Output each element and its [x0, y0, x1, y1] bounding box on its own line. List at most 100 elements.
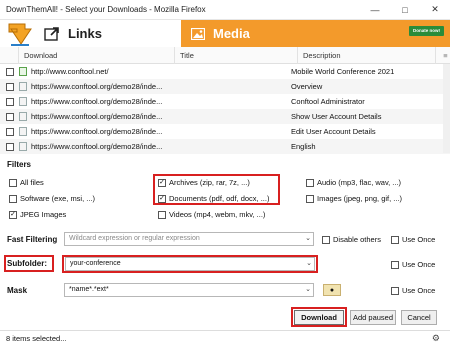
- table-row[interactable]: https://www.conftool.org/demo28/inde... …: [0, 79, 450, 94]
- row-checkbox[interactable]: [6, 142, 14, 151]
- subfolder-use-once-label: Use Once: [402, 260, 436, 269]
- mask-use-once-checkbox[interactable]: [391, 286, 399, 295]
- filter-software[interactable]: Software (exe, msi, ...): [9, 194, 95, 203]
- window-title: DownThemAll! - Select your Downloads - M…: [6, 5, 206, 14]
- columns-menu-icon[interactable]: ≡: [435, 46, 450, 64]
- row-checkbox[interactable]: [6, 97, 14, 106]
- page-icon: [19, 97, 27, 106]
- page-icon: [19, 112, 27, 121]
- row-url: http://www.conftool.net/: [31, 67, 109, 76]
- tab-media[interactable]: Media Donate now!: [181, 20, 450, 47]
- maximize-button[interactable]: □: [390, 0, 420, 20]
- filter-audio-label: Audio (mp3, flac, wav, ...): [317, 178, 402, 187]
- table-row[interactable]: https://www.conftool.org/demo28/inde... …: [0, 139, 450, 154]
- add-paused-button[interactable]: Add paused: [350, 310, 396, 325]
- subfolder-value: your-conference: [70, 260, 121, 267]
- download-button[interactable]: Download: [294, 310, 344, 325]
- row-description: Conftool Administrator: [291, 97, 365, 106]
- filter-all-files[interactable]: All files: [9, 178, 44, 187]
- disable-others-label: Disable others: [333, 235, 381, 244]
- row-url: https://www.conftool.org/demo28/inde...: [31, 127, 163, 136]
- links-table: Download Title Description ≡ http://www.…: [0, 46, 450, 154]
- tab-links-label: Links: [68, 26, 102, 41]
- filter-jpeg-label: JPEG Images: [20, 210, 67, 219]
- filter-images[interactable]: Images (jpeg, png, gif, ...): [306, 194, 402, 203]
- filter-all-files-checkbox[interactable]: [9, 178, 17, 187]
- filter-jpeg[interactable]: ✓ JPEG Images: [9, 210, 66, 219]
- page-icon: [19, 142, 27, 151]
- tab-links[interactable]: Links: [40, 20, 181, 47]
- mask-tag-button[interactable]: ●: [323, 284, 341, 296]
- status-bar: 8 items selected...: [0, 330, 450, 346]
- filter-all-files-label: All files: [20, 178, 44, 187]
- subfolder-label: Subfolder:: [7, 259, 47, 268]
- subfolder-use-once[interactable]: Use Once: [391, 260, 435, 269]
- filter-software-label: Software (exe, msi, ...): [20, 194, 96, 203]
- dta-window: DownThemAll! - Select your Downloads - M…: [0, 0, 450, 346]
- filter-videos[interactable]: Videos (mp4, webm, mkv, ...): [158, 210, 265, 219]
- status-text: 8 items selected...: [6, 334, 67, 343]
- row-checkbox[interactable]: [6, 82, 14, 91]
- chevron-down-icon[interactable]: ⌄: [305, 284, 311, 296]
- fast-filtering-use-once-label: Use Once: [402, 235, 436, 244]
- filter-documents-checkbox[interactable]: ✓: [158, 194, 166, 203]
- filters-heading: Filters: [7, 160, 32, 169]
- gear-icon[interactable]: ⚙: [432, 333, 440, 344]
- chevron-down-icon[interactable]: ⌄: [306, 258, 312, 270]
- chevron-down-icon[interactable]: ⌄: [305, 233, 311, 245]
- header: Links Media Donate now!: [0, 20, 450, 47]
- filter-jpeg-checkbox[interactable]: ✓: [9, 210, 17, 219]
- table-row[interactable]: https://www.conftool.org/demo28/inde... …: [0, 124, 450, 139]
- table-row[interactable]: http://www.conftool.net/ Mobile World Co…: [0, 64, 450, 79]
- filter-archives-label: Archives (zip, rar, 7z, ...): [169, 178, 250, 187]
- row-checkbox[interactable]: [6, 112, 14, 121]
- column-title[interactable]: Title: [174, 46, 297, 64]
- filter-audio-checkbox[interactable]: [306, 178, 314, 187]
- table-scrollbar[interactable]: [443, 64, 450, 153]
- mask-use-once[interactable]: Use Once: [391, 286, 435, 295]
- row-description: English: [291, 142, 316, 151]
- table-row[interactable]: https://www.conftool.org/demo28/inde... …: [0, 94, 450, 109]
- fast-filtering-label: Fast Filtering: [7, 235, 58, 244]
- minimize-button[interactable]: —: [360, 0, 390, 20]
- fast-filtering-use-once[interactable]: Use Once: [391, 235, 435, 244]
- filter-software-checkbox[interactable]: [9, 194, 17, 203]
- column-description[interactable]: Description: [297, 46, 435, 64]
- tag-icon: ●: [329, 286, 335, 294]
- row-url: https://www.conftool.org/demo28/inde...: [31, 82, 163, 91]
- row-url: https://www.conftool.org/demo28/inde...: [31, 97, 163, 106]
- page-icon: [19, 127, 27, 136]
- page-icon: [19, 82, 27, 91]
- mask-value: *name*.*ext*: [69, 286, 109, 293]
- link-icon: [44, 26, 59, 41]
- fast-filtering-input[interactable]: Wildcard expression or regular expressio…: [64, 232, 314, 246]
- disable-others-checkbox[interactable]: [322, 235, 330, 244]
- close-window-button[interactable]: ✕: [420, 0, 450, 20]
- column-download[interactable]: Download: [18, 46, 174, 64]
- mask-input[interactable]: *name*.*ext* ⌄: [64, 283, 314, 297]
- disable-others-option[interactable]: Disable others: [322, 235, 381, 244]
- filter-audio[interactable]: Audio (mp3, flac, wav, ...): [306, 178, 401, 187]
- donate-button[interactable]: Donate now!: [409, 26, 444, 36]
- row-url: https://www.conftool.org/demo28/inde...: [31, 142, 163, 151]
- filter-videos-checkbox[interactable]: [158, 210, 166, 219]
- row-checkbox[interactable]: [6, 127, 14, 136]
- filter-videos-label: Videos (mp4, webm, mkv, ...): [169, 210, 266, 219]
- dta-logo-icon: [0, 20, 40, 47]
- row-checkbox[interactable]: [6, 67, 14, 76]
- filter-archives[interactable]: ✓ Archives (zip, rar, 7z, ...): [158, 178, 250, 187]
- fast-filtering-use-once-checkbox[interactable]: [391, 235, 399, 244]
- image-icon: [191, 27, 205, 40]
- filter-archives-checkbox[interactable]: ✓: [158, 178, 166, 187]
- row-description: Edit User Account Details: [291, 127, 376, 136]
- row-description: Overview: [291, 82, 323, 91]
- filter-images-checkbox[interactable]: [306, 194, 314, 203]
- title-bar: DownThemAll! - Select your Downloads - M…: [0, 0, 450, 20]
- mask-use-once-label: Use Once: [402, 286, 436, 295]
- cancel-button[interactable]: Cancel: [401, 310, 437, 325]
- subfolder-use-once-checkbox[interactable]: [391, 260, 399, 269]
- subfolder-input[interactable]: your-conference ⌄: [65, 257, 315, 271]
- table-row[interactable]: https://www.conftool.org/demo28/inde... …: [0, 109, 450, 124]
- filter-documents[interactable]: ✓ Documents (pdf, odf, docx, ...): [158, 194, 269, 203]
- filter-images-label: Images (jpeg, png, gif, ...): [317, 194, 403, 203]
